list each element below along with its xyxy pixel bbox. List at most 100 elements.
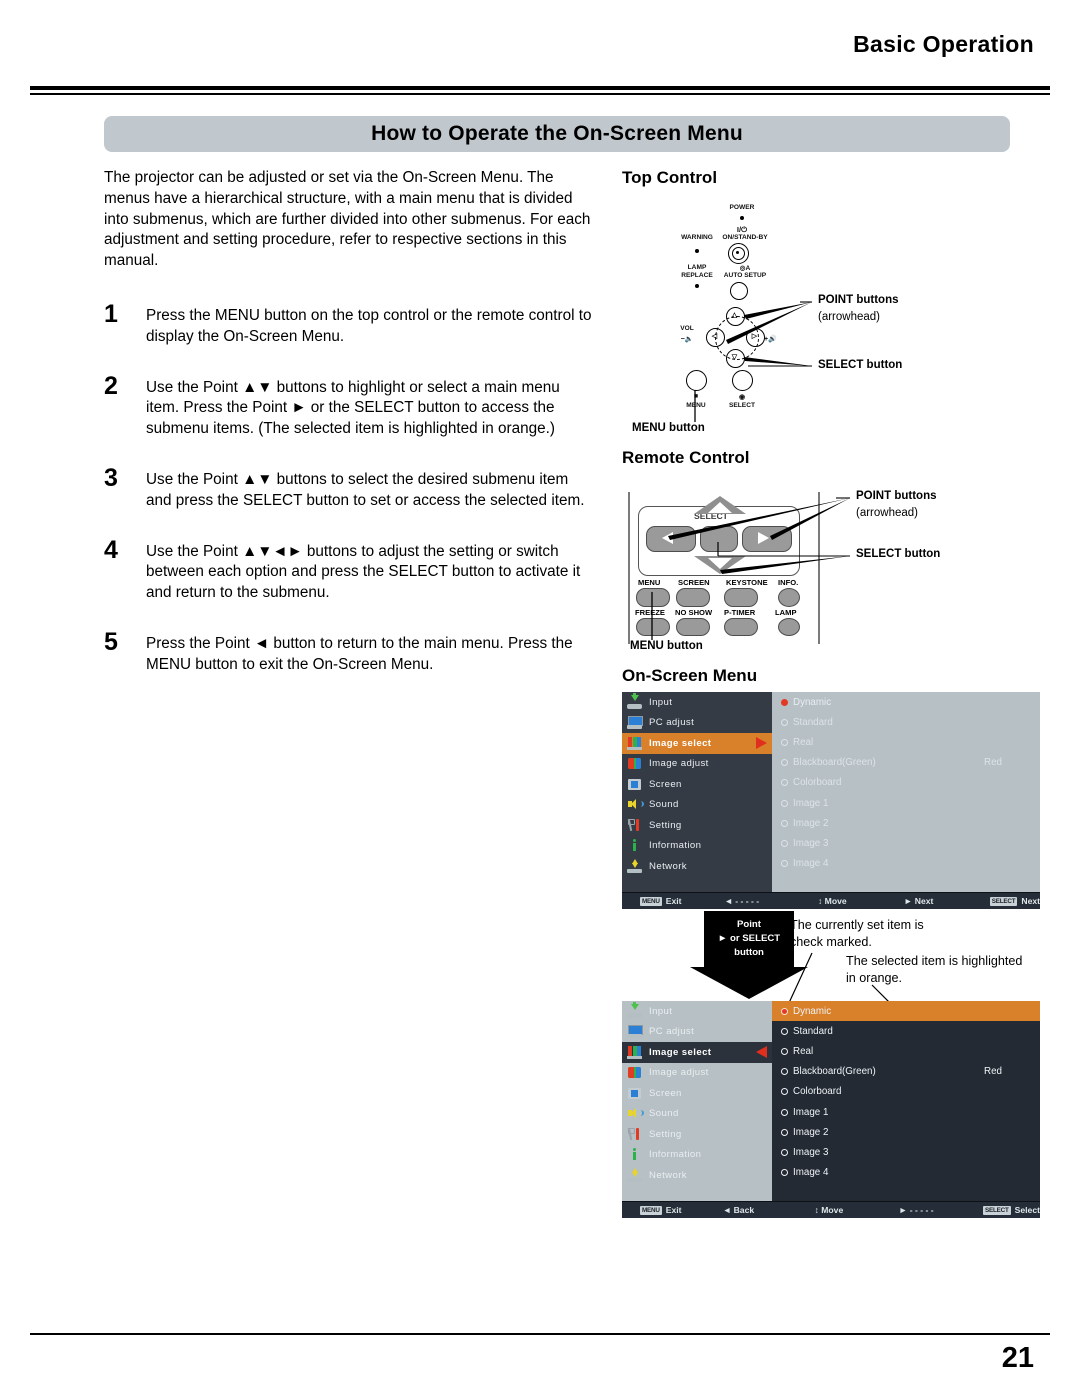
osd-option-image-2[interactable]: Image 2 bbox=[772, 1122, 1040, 1142]
radio-unchecked-icon bbox=[781, 799, 788, 807]
note-leader-lines bbox=[787, 952, 909, 1022]
osd-status-label: ◄ - - - - - bbox=[724, 896, 760, 906]
osd-sidebar-item-screen[interactable]: Screen bbox=[622, 774, 772, 795]
osd-status-segment: ► Next bbox=[904, 896, 990, 906]
osd-sidebar-inactive[interactable]: Input PC adjust Image select Image adjust Sc… bbox=[622, 1001, 772, 1201]
footer-rule bbox=[30, 1333, 1050, 1335]
osd-status-segment: SELECT Next bbox=[989, 896, 1041, 906]
radio-unchecked-icon bbox=[781, 1047, 788, 1055]
osd-status-bar: MENU Exit ◄ - - - - - ↕ Move ► Next SELECT Nex… bbox=[622, 892, 1040, 909]
radio-unchecked-icon bbox=[781, 860, 788, 868]
osd-menu-submenu[interactable]: Input PC adjust Image select Image adjust Sc… bbox=[622, 1001, 1040, 1218]
osd-option-image-4[interactable]: Image 4 bbox=[772, 854, 1040, 874]
figures-column: Top Control POWER I/⏻ WARNING ON/STAND-B… bbox=[622, 168, 1042, 1218]
instructions-column: The projector can be adjusted or set via… bbox=[104, 168, 594, 676]
step-2: 2 Use the Point ▲▼ buttons to highlight … bbox=[104, 372, 594, 440]
osd-option-image-4[interactable]: Image 4 bbox=[772, 1163, 1040, 1183]
osd-sidebar-item-label: Information bbox=[649, 840, 702, 852]
sound-icon bbox=[627, 798, 644, 811]
osd-status-label: Exit bbox=[665, 1205, 682, 1215]
osd-menu-main[interactable]: Input PC adjust Image select Image adjust Sc… bbox=[622, 692, 1040, 909]
step-3-text: Use the Point ▲▼ buttons to select the d… bbox=[146, 470, 585, 509]
osd-option-label: Standard bbox=[793, 1025, 833, 1037]
osd-sidebar-item-image-select[interactable]: Image select bbox=[622, 733, 772, 754]
osd-option-label: Colorboard bbox=[793, 777, 842, 789]
osd-sidebar-item-label: Screen bbox=[649, 778, 682, 790]
osd-sidebar-item-sound[interactable]: Sound bbox=[622, 1104, 772, 1125]
osd-options-panel[interactable]: Dynamic Standard Real Blackboard(Green) Red C… bbox=[772, 692, 1040, 892]
osd-option-colorboard[interactable]: Colorboard bbox=[772, 773, 1040, 793]
osd-option-blackboard-green-[interactable]: Blackboard(Green) Red bbox=[772, 1062, 1040, 1082]
osd-option-blackboard-green-[interactable]: Blackboard(Green) Red bbox=[772, 753, 1040, 773]
osd-option-label: Colorboard bbox=[793, 1086, 842, 1098]
chevron-right-icon bbox=[756, 737, 767, 750]
osd-option-value: Red bbox=[984, 1066, 1002, 1078]
radio-unchecked-icon bbox=[781, 718, 788, 726]
osd-option-image-2[interactable]: Image 2 bbox=[772, 813, 1040, 833]
osd-status-bar-submenu: MENU Exit ◄ Back ↕ Move ► - - - - - SELECT Sel… bbox=[622, 1201, 1040, 1218]
osd-sidebar-item-label: Image adjust bbox=[649, 1067, 709, 1079]
osd-sidebar-item-screen[interactable]: Screen bbox=[622, 1083, 772, 1104]
chevron-left-icon bbox=[756, 1046, 767, 1059]
header-rule-bottom bbox=[30, 93, 1050, 95]
osd-sidebar-item-pc-adjust[interactable]: PC adjust bbox=[622, 713, 772, 734]
osd-sidebar[interactable]: Input PC adjust Image select Image adjust Sc… bbox=[622, 692, 772, 892]
osd-option-image-3[interactable]: Image 3 bbox=[772, 833, 1040, 853]
osd-option-dynamic[interactable]: Dynamic bbox=[772, 692, 1040, 712]
osd-option-value: Red bbox=[984, 757, 1002, 769]
remote-point-buttons-callout: POINT buttons bbox=[856, 490, 937, 502]
osd-options-panel-active[interactable]: Dynamic Standard Real Blackboard(Green) Red C… bbox=[772, 1001, 1040, 1201]
osd-option-dynamic[interactable]: Dynamic bbox=[772, 1001, 1040, 1022]
osd-sidebar-item-label: Network bbox=[649, 1169, 687, 1181]
osd-sidebar-item-image-select[interactable]: Image select bbox=[622, 1042, 772, 1063]
osd-sidebar-item-pc-adjust[interactable]: PC adjust bbox=[622, 1022, 772, 1043]
osd-sidebar-item-setting[interactable]: Setting bbox=[622, 1124, 772, 1145]
osd-sidebar-item-setting[interactable]: Setting bbox=[622, 815, 772, 836]
radio-unchecked-icon bbox=[781, 1027, 788, 1035]
osd-sidebar-item-image-adjust[interactable]: Image adjust bbox=[622, 754, 772, 775]
osd-option-colorboard[interactable]: Colorboard bbox=[772, 1082, 1040, 1102]
screen-icon bbox=[627, 1087, 642, 1100]
osd-option-label: Real bbox=[793, 1045, 814, 1057]
osd-sidebar-item-label: Input bbox=[649, 1005, 673, 1017]
image-select-icon bbox=[627, 736, 642, 750]
osd-option-image-1[interactable]: Image 1 bbox=[772, 793, 1040, 813]
osd-option-image-1[interactable]: Image 1 bbox=[772, 1102, 1040, 1122]
osd-sidebar-item-sound[interactable]: Sound bbox=[622, 795, 772, 816]
radio-unchecked-icon bbox=[781, 1148, 788, 1156]
osd-sidebar-item-information[interactable]: Information bbox=[622, 836, 772, 857]
osd-option-real[interactable]: Real bbox=[772, 732, 1040, 752]
transition-callout-area: Point ► or SELECT button The currently s… bbox=[622, 909, 1042, 1022]
osd-sidebar-item-information[interactable]: Information bbox=[622, 1145, 772, 1166]
chapter-title: Basic Operation bbox=[853, 31, 1034, 57]
osd-sidebar-item-input[interactable]: Input bbox=[622, 1001, 772, 1022]
osd-option-standard[interactable]: Standard bbox=[772, 1021, 1040, 1041]
step-3-number: 3 bbox=[104, 463, 118, 492]
osd-key-select: SELECT bbox=[983, 1205, 1011, 1215]
osd-sidebar-item-label: Network bbox=[649, 860, 687, 872]
osd-option-real[interactable]: Real bbox=[772, 1041, 1040, 1061]
osd-option-image-3[interactable]: Image 3 bbox=[772, 1142, 1040, 1162]
osd-status-label: Next bbox=[1021, 896, 1041, 906]
screen-icon bbox=[627, 778, 642, 791]
osd-sidebar-item-label: Setting bbox=[649, 819, 682, 831]
osd-sidebar-item-label: Image select bbox=[649, 1046, 712, 1058]
image-adjust-icon bbox=[627, 1066, 642, 1079]
osd-sidebar-item-input[interactable]: Input bbox=[622, 692, 772, 713]
point-buttons-callout: POINT buttons bbox=[818, 294, 899, 306]
osd-sidebar-item-label: Input bbox=[649, 696, 673, 708]
osd-sidebar-item-network[interactable]: Network bbox=[622, 1165, 772, 1186]
remote-control-heading: Remote Control bbox=[622, 448, 750, 467]
osd-sidebar-item-network[interactable]: Network bbox=[622, 856, 772, 877]
step-4-text: Use the Point ▲▼◄► buttons to adjust the… bbox=[146, 542, 581, 602]
osd-option-label: Image 3 bbox=[793, 1146, 829, 1158]
osd-key-menu: MENU bbox=[640, 1205, 662, 1215]
osd-sidebar-item-label: PC adjust bbox=[649, 1026, 695, 1038]
osd-sidebar-item-image-adjust[interactable]: Image adjust bbox=[622, 1063, 772, 1084]
osd-sidebar-item-label: Image adjust bbox=[649, 758, 709, 770]
radio-unchecked-icon bbox=[781, 779, 788, 787]
osd-option-label: Image 2 bbox=[793, 1126, 829, 1138]
osd-sidebar-item-label: Sound bbox=[649, 1108, 679, 1120]
step-1-text: Press the MENU button on the top control… bbox=[146, 306, 592, 345]
osd-option-standard[interactable]: Standard bbox=[772, 712, 1040, 732]
